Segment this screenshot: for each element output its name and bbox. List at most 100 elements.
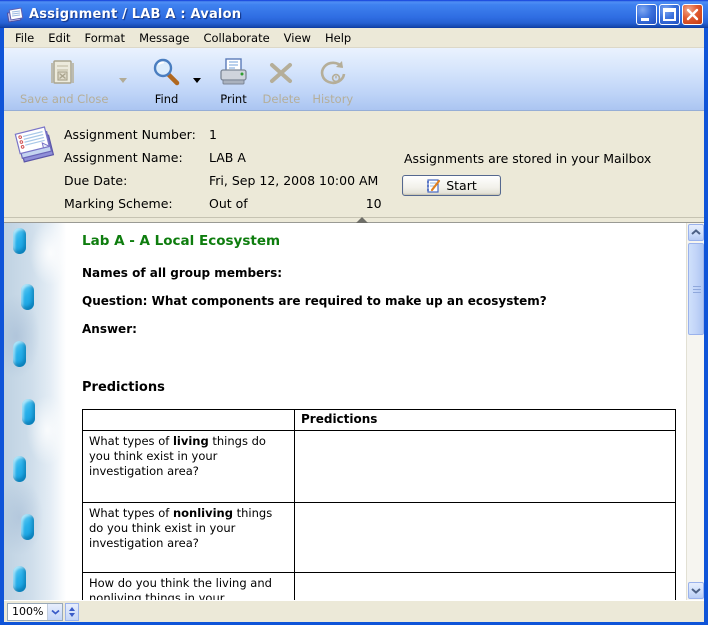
assignment-name-value: LAB A bbox=[209, 150, 246, 165]
print-icon bbox=[217, 56, 251, 90]
answer-line: Answer: bbox=[82, 322, 686, 336]
due-date-value: Fri, Sep 12, 2008 10:00 AM bbox=[209, 173, 378, 188]
delete-icon bbox=[266, 56, 296, 90]
question-line: Question: What components are required t… bbox=[82, 294, 686, 308]
due-date-label: Due Date: bbox=[64, 173, 209, 188]
chevron-down-icon bbox=[193, 78, 201, 83]
title-bar: Assignment / LAB A : Avalon bbox=[0, 0, 708, 28]
spiral-ring-icon bbox=[13, 456, 26, 482]
save-and-close-icon bbox=[47, 56, 81, 90]
answer-cell bbox=[295, 573, 676, 601]
assignment-number-value: 1 bbox=[209, 127, 217, 142]
close-icon bbox=[683, 5, 704, 26]
zoom-control: 100% bbox=[7, 603, 63, 621]
delete-label: Delete bbox=[263, 92, 301, 106]
predictions-heading: Predictions bbox=[82, 380, 686, 395]
menu-item-edit[interactable]: Edit bbox=[41, 29, 77, 47]
delete-button[interactable]: Delete bbox=[257, 54, 307, 108]
table-row: What types of living things do you think… bbox=[83, 431, 676, 503]
spin-up-icon bbox=[69, 607, 75, 611]
scroll-down-button[interactable] bbox=[688, 582, 704, 599]
question-text: What types of bbox=[89, 506, 173, 520]
start-button-label: Start bbox=[446, 178, 477, 193]
chevron-up-icon bbox=[691, 229, 701, 236]
question-bold-text: living bbox=[173, 434, 209, 448]
save-and-close-button[interactable]: Save and Close bbox=[14, 54, 115, 108]
maximize-button[interactable] bbox=[659, 4, 680, 25]
assignment-document-view: Lab A - A Local Ecosystem Names of all g… bbox=[4, 223, 704, 600]
table-row: What types of nonliving things do you th… bbox=[83, 503, 676, 573]
spiral-ring-icon bbox=[13, 566, 26, 592]
menu-item-view[interactable]: View bbox=[277, 29, 318, 47]
find-button[interactable]: Find bbox=[145, 54, 189, 108]
document-title: Lab A - A Local Ecosystem bbox=[82, 233, 686, 249]
question-cell: What types of nonliving things do you th… bbox=[83, 503, 295, 573]
assignment-number-label: Assignment Number: bbox=[64, 127, 209, 142]
close-button[interactable] bbox=[682, 4, 703, 25]
group-members-line: Names of all group members: bbox=[82, 266, 686, 280]
thumb-grip-icon bbox=[693, 286, 701, 294]
vertical-scrollbar[interactable] bbox=[686, 223, 704, 600]
question-cell: How do you think the living and nonlivin… bbox=[83, 573, 295, 601]
history-button[interactable]: History bbox=[306, 54, 359, 108]
question-text: How do you think the living and nonlivin… bbox=[89, 576, 272, 600]
print-button[interactable]: Print bbox=[211, 54, 257, 108]
start-icon bbox=[426, 178, 441, 193]
assignment-info-panel: Assignment Number: 1 Assignment Name: LA… bbox=[4, 111, 704, 217]
zoom-level-value[interactable]: 100% bbox=[8, 605, 47, 618]
save-and-close-dropdown[interactable] bbox=[115, 60, 131, 100]
status-bar: 100% bbox=[4, 600, 704, 622]
assignment-name-row: Assignment Name: LAB A bbox=[64, 146, 382, 169]
application-window: Assignment / LAB A : Avalon File Edit Fo… bbox=[0, 0, 708, 625]
scroll-up-button[interactable] bbox=[688, 224, 704, 241]
minimize-button[interactable] bbox=[636, 4, 657, 25]
marking-scheme-value: Out of bbox=[209, 196, 248, 211]
assignment-number-row: Assignment Number: 1 bbox=[64, 123, 382, 146]
assignment-name-label: Assignment Name: bbox=[64, 150, 209, 165]
header-predictions-cell: Predictions bbox=[295, 410, 676, 431]
due-date-row: Due Date: Fri, Sep 12, 2008 10:00 AM bbox=[64, 169, 382, 192]
scrollbar-thumb[interactable] bbox=[688, 243, 704, 335]
window-title: Assignment / LAB A : Avalon bbox=[29, 7, 241, 22]
question-text: What types of bbox=[89, 434, 173, 448]
minimize-icon bbox=[637, 5, 658, 26]
marking-scheme-row: Marking Scheme: Out of 10 bbox=[64, 192, 382, 215]
spiral-ring-icon bbox=[13, 341, 26, 367]
spiral-ring-icon bbox=[21, 514, 34, 540]
menu-item-file[interactable]: File bbox=[8, 29, 41, 47]
app-icon bbox=[6, 5, 24, 23]
predictions-table: Predictions What types of living things … bbox=[82, 409, 676, 600]
question-bold-text: nonliving bbox=[173, 506, 233, 520]
table-row: How do you think the living and nonlivin… bbox=[83, 573, 676, 601]
answer-cell bbox=[295, 503, 676, 573]
mailbox-note: Assignments are stored in your Mailbox bbox=[404, 151, 651, 166]
spiral-ring-icon bbox=[22, 399, 35, 425]
find-icon bbox=[151, 56, 183, 90]
find-dropdown[interactable] bbox=[189, 60, 205, 100]
start-button[interactable]: Start bbox=[402, 175, 501, 196]
chevron-down-icon bbox=[691, 587, 701, 594]
table-header-row: Predictions bbox=[83, 410, 676, 431]
find-label: Find bbox=[155, 92, 179, 106]
assignment-details: Assignment Number: 1 Assignment Name: LA… bbox=[64, 123, 382, 215]
zoom-dropdown-button[interactable] bbox=[47, 604, 62, 620]
menu-bar: File Edit Format Message Collaborate Vie… bbox=[4, 28, 704, 48]
menu-item-collaborate[interactable]: Collaborate bbox=[196, 29, 276, 47]
spiral-ring-icon bbox=[21, 284, 34, 310]
marking-scheme-total: 10 bbox=[366, 196, 382, 211]
print-label: Print bbox=[220, 92, 246, 106]
answer-cell bbox=[295, 431, 676, 503]
menu-item-help[interactable]: Help bbox=[318, 29, 358, 47]
question-cell: What types of living things do you think… bbox=[83, 431, 295, 503]
header-question-cell bbox=[83, 410, 295, 431]
spin-down-icon bbox=[69, 613, 75, 617]
menu-item-message[interactable]: Message bbox=[132, 29, 196, 47]
save-and-close-label: Save and Close bbox=[20, 92, 109, 106]
assignment-icon bbox=[12, 123, 56, 165]
chevron-down-icon bbox=[119, 78, 127, 83]
history-label: History bbox=[312, 92, 353, 106]
zoom-spinner[interactable] bbox=[65, 603, 79, 621]
menu-item-format[interactable]: Format bbox=[78, 29, 133, 47]
document-page: Lab A - A Local Ecosystem Names of all g… bbox=[66, 223, 686, 600]
history-icon bbox=[316, 56, 350, 90]
